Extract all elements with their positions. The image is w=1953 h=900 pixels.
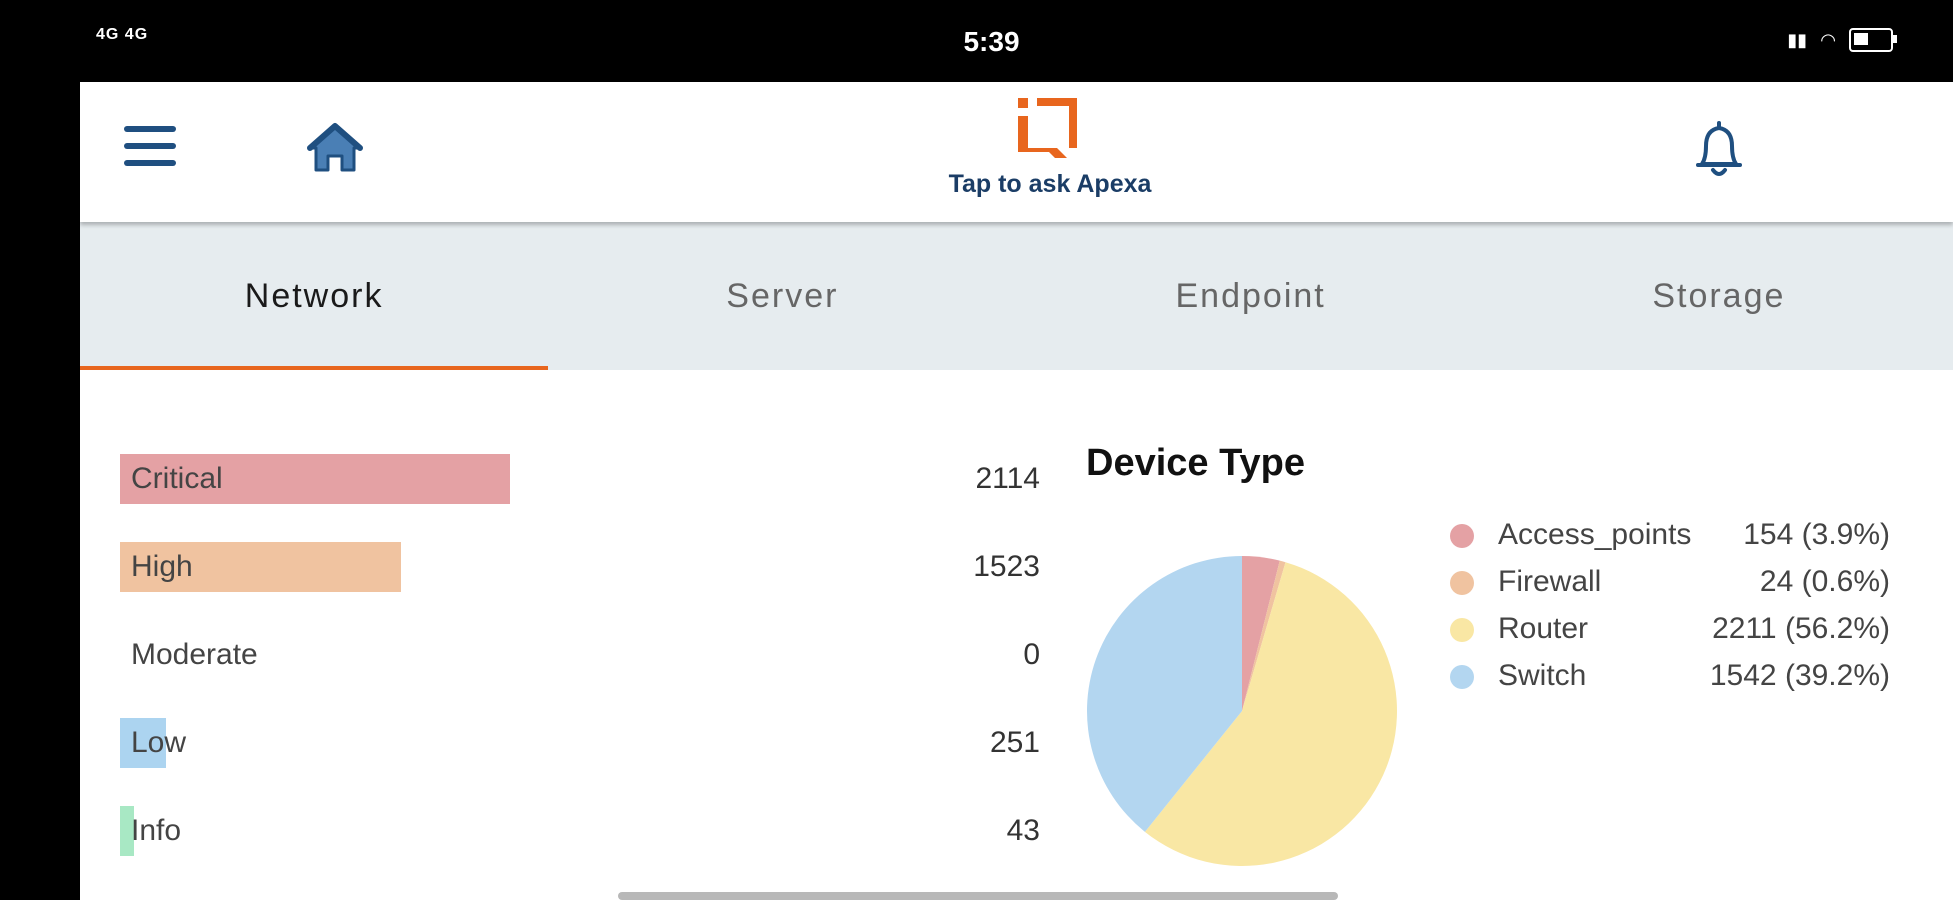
severity-count: 43 xyxy=(1006,814,1040,847)
legend-label: Firewall xyxy=(1498,565,1602,598)
tab-storage[interactable]: Storage xyxy=(1485,222,1953,370)
battery-icon xyxy=(1849,28,1897,52)
home-icon[interactable] xyxy=(306,122,364,174)
legend-value: 1542 (39.2%) xyxy=(1709,659,1890,692)
legend-item-switch[interactable]: Switch 1542 (39.2%) xyxy=(1450,651,1890,698)
severity-label: Info xyxy=(131,814,182,847)
severity-count: 251 xyxy=(989,726,1040,759)
horizontal-scrollbar[interactable] xyxy=(618,892,1338,900)
severity-label: Moderate xyxy=(131,638,258,671)
app-window: Tap to ask Apexa Network Server Endpoint… xyxy=(80,82,1953,900)
legend-value: 2211 (56.2%) xyxy=(1712,612,1890,645)
legend-item-router[interactable]: Router 2211 (56.2%) xyxy=(1450,604,1890,651)
legend-item-firewall[interactable]: Firewall 24 (0.6%) xyxy=(1450,557,1890,604)
severity-label: Critical xyxy=(131,462,223,495)
legend-item-access-points[interactable]: Access_points 154 (3.9%) xyxy=(1450,510,1890,557)
severity-row-critical[interactable]: Critical 2114 xyxy=(120,454,1040,542)
legend-swatch xyxy=(1450,665,1474,689)
tab-endpoint[interactable]: Endpoint xyxy=(1017,222,1485,370)
severity-row-low[interactable]: Low 251 xyxy=(120,718,1040,806)
signal-icon: ▮▮ xyxy=(1787,29,1808,50)
system-icons: ▮▮ ◠ xyxy=(1787,28,1897,52)
severity-label: High xyxy=(131,550,193,583)
legend-label: Access_points xyxy=(1498,518,1692,551)
legend-label: Switch xyxy=(1498,659,1587,692)
severity-label: Low xyxy=(131,726,187,759)
assistant-caption: Tap to ask Apexa xyxy=(948,170,1152,198)
device-type-pie-chart[interactable] xyxy=(1085,554,1399,868)
status-bar: 4G 4G 5:39 ▮▮ ◠ xyxy=(0,0,1953,82)
legend-swatch xyxy=(1450,571,1474,595)
severity-count: 0 xyxy=(1023,638,1040,671)
device-type-legend: Access_points 154 (3.9%) Firewall 24 (0.… xyxy=(1450,510,1890,698)
apexa-logo-icon xyxy=(1015,92,1085,164)
legend-swatch xyxy=(1450,618,1474,642)
app-header: Tap to ask Apexa xyxy=(80,82,1953,222)
legend-swatch xyxy=(1450,524,1474,548)
bell-icon[interactable] xyxy=(1692,120,1746,182)
tab-server[interactable]: Server xyxy=(548,222,1016,370)
legend-value: 24 (0.6%) xyxy=(1759,565,1890,598)
severity-chart: Critical 2114 High 1523 Moderate 0 Low 2… xyxy=(120,454,1040,894)
severity-row-moderate[interactable]: Moderate 0 xyxy=(120,630,1040,718)
left-edge xyxy=(0,82,80,900)
device-type-title: Device Type xyxy=(1086,442,1305,484)
menu-icon[interactable] xyxy=(124,126,176,170)
legend-value: 154 (3.9%) xyxy=(1743,518,1890,551)
severity-count: 1523 xyxy=(973,550,1040,583)
category-tabs: Network Server Endpoint Storage xyxy=(80,222,1953,370)
wifi-icon: ◠ xyxy=(1821,29,1835,50)
apexa-assistant-button[interactable]: Tap to ask Apexa xyxy=(900,92,1200,199)
severity-row-high[interactable]: High 1523 xyxy=(120,542,1040,630)
severity-row-info[interactable]: Info 43 xyxy=(120,806,1040,894)
tab-network[interactable]: Network xyxy=(80,222,549,370)
legend-label: Router xyxy=(1498,612,1589,645)
severity-count: 2114 xyxy=(975,462,1040,495)
clock: 5:39 xyxy=(963,26,1020,57)
